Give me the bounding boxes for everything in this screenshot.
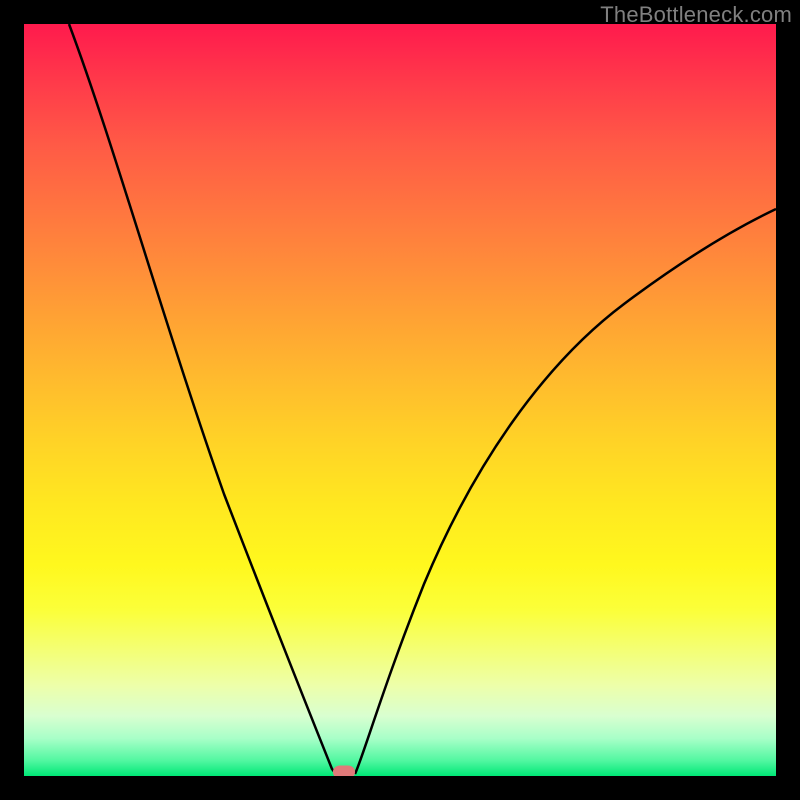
watermark-text: TheBottleneck.com xyxy=(600,2,792,28)
curve-left-branch xyxy=(69,24,336,774)
chart-frame: TheBottleneck.com xyxy=(0,0,800,800)
curve-right-branch xyxy=(355,209,776,774)
plot-area xyxy=(24,24,776,776)
optimum-marker xyxy=(333,766,355,777)
bottleneck-curve xyxy=(24,24,776,776)
